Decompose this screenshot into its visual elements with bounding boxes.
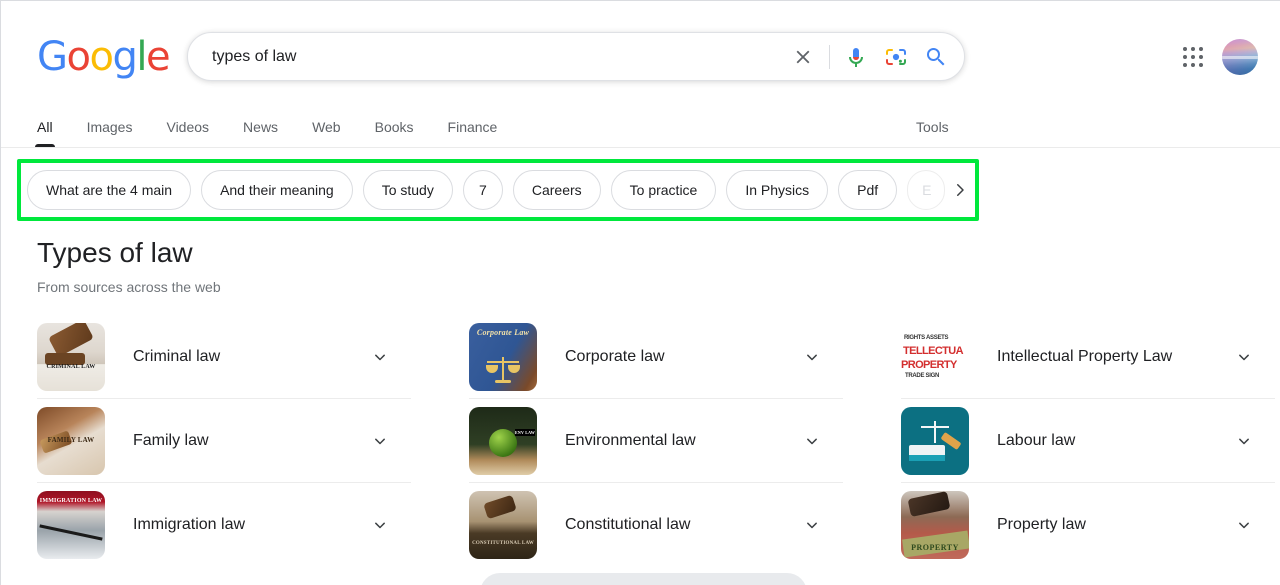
law-thumbnail-caption: IMMIGRATION LAW xyxy=(39,498,103,504)
nav-tab-web[interactable]: Web xyxy=(312,119,341,147)
law-thumbnail: RIGHTS ASSETS TELLECTUA PROPERTY TRADE SIGN xyxy=(901,322,969,391)
law-thumbnail: CONSTITUTIONAL LAW xyxy=(469,491,537,559)
law-row[interactable]: CRIMINAL LAW Criminal law xyxy=(37,315,411,399)
chevron-down-icon[interactable] xyxy=(1231,344,1257,370)
avatar-horizon xyxy=(1222,55,1258,59)
law-label: Criminal law xyxy=(133,347,221,365)
law-types-grid: CRIMINAL LAW Criminal law FAMILY LAW Family… xyxy=(37,315,1275,567)
logo-letter-5: e xyxy=(145,34,171,80)
law-thumbnail: IMMIGRATION LAW xyxy=(37,491,105,559)
chip-to-practice[interactable]: To practice xyxy=(610,170,717,210)
chip-7[interactable]: 7 xyxy=(462,170,503,210)
nav-tab-news[interactable]: News xyxy=(243,119,278,147)
chevron-down-icon[interactable] xyxy=(367,428,393,454)
google-apps-icon[interactable] xyxy=(1179,43,1207,71)
chips-next-icon[interactable] xyxy=(947,170,973,210)
google-logo[interactable]: Google xyxy=(37,34,171,80)
law-thumbnail-caption: FAMILY LAW xyxy=(47,435,95,444)
chip-e[interactable]: E xyxy=(907,170,946,210)
law-row[interactable]: IMMIGRATION LAW Immigration law xyxy=(37,483,411,567)
search-divider xyxy=(829,44,830,69)
nav-tab-videos[interactable]: Videos xyxy=(166,119,209,147)
column-gap xyxy=(843,315,901,567)
law-thumbnail-caption: CRIMINAL LAW xyxy=(46,363,96,370)
chevron-down-icon[interactable] xyxy=(367,512,393,538)
law-thumbnail-caption: Corporate Law xyxy=(476,327,530,337)
chevron-down-icon[interactable] xyxy=(799,512,825,538)
law-thumbnail-caption: PROPERTY xyxy=(911,543,959,552)
law-thumbnail: CRIMINAL LAW xyxy=(37,322,105,391)
clear-search-button[interactable] xyxy=(783,37,823,77)
chevron-down-icon[interactable] xyxy=(367,344,393,370)
nav-tab-images[interactable]: Images xyxy=(87,119,133,147)
browser-viewport: Google types of law All Images Videos Ne… xyxy=(0,0,1280,585)
law-column-0: CRIMINAL LAW Criminal law FAMILY LAW Family… xyxy=(37,315,411,567)
chevron-down-icon[interactable] xyxy=(799,428,825,454)
chip-careers[interactable]: Careers xyxy=(512,170,601,210)
avatar[interactable] xyxy=(1222,39,1258,75)
law-label: Corporate law xyxy=(565,347,665,365)
nav-tab-all[interactable]: All xyxy=(35,119,55,147)
logo-letter-1: o xyxy=(66,34,91,80)
law-label: Family law xyxy=(133,431,209,449)
nav-tab-finance[interactable]: Finance xyxy=(448,119,498,147)
law-row[interactable]: Labour law xyxy=(901,399,1275,483)
law-thumbnail xyxy=(901,406,969,475)
bottom-action-pill[interactable] xyxy=(480,573,807,585)
law-row[interactable]: RIGHTS ASSETS TELLECTUA PROPERTY TRADE SIGN… xyxy=(901,315,1275,399)
law-label: Immigration law xyxy=(133,516,246,533)
search-submit-icon[interactable] xyxy=(916,37,956,77)
page-title: Types of law xyxy=(37,237,193,268)
law-row[interactable]: CONSTITUTIONAL LAW Constitutional law xyxy=(469,483,843,567)
nav-tab-books[interactable]: Books xyxy=(375,119,414,147)
law-thumbnail: PROPERTY xyxy=(901,491,969,559)
chip-pdf[interactable]: Pdf xyxy=(838,170,898,210)
search-input[interactable] xyxy=(188,47,783,66)
chevron-down-icon[interactable] xyxy=(1231,512,1257,538)
page-subtitle: From sources across the web xyxy=(37,279,221,295)
law-label: Intellectual Property Law xyxy=(997,347,1173,365)
law-thumbnail-caption: ENV LAW xyxy=(515,428,535,436)
chip-what-are-the-4-main[interactable]: What are the 4 main xyxy=(27,170,192,210)
law-row[interactable]: FAMILY LAW Family law xyxy=(37,399,411,483)
law-row[interactable]: ENV LAW Environmental law xyxy=(469,399,843,483)
results-section: Types of law From sources across the web… xyxy=(1,220,1280,567)
law-thumbnail: Corporate Law xyxy=(469,322,537,391)
chip-to-study[interactable]: To study xyxy=(362,170,453,210)
voice-search-icon[interactable] xyxy=(836,37,876,77)
law-thumbnail-caption: CONSTITUTIONAL LAW xyxy=(472,541,534,546)
law-row[interactable]: PROPERTY Property law xyxy=(901,483,1275,567)
chip-and-their-meaning[interactable]: And their meaning xyxy=(201,170,353,210)
logo-letter-0: G xyxy=(37,34,68,80)
logo-letter-3: g xyxy=(112,34,137,80)
law-label: Environmental law xyxy=(565,431,696,449)
search-nav: All Images Videos News Web Books Finance Tools xyxy=(1,106,1280,148)
refinement-chips-row: What are the 4 main And their meaning To s… xyxy=(27,168,973,212)
search-bar[interactable] xyxy=(187,32,965,81)
law-thumbnail: FAMILY LAW xyxy=(37,406,105,475)
law-label: Constitutional law xyxy=(565,516,691,533)
tools-button[interactable]: Tools xyxy=(916,119,949,135)
law-thumbnail: ENV LAW xyxy=(469,406,537,475)
law-row[interactable]: Corporate Law Corporate law xyxy=(469,315,843,399)
logo-letter-2: o xyxy=(89,34,113,80)
lens-search-icon[interactable] xyxy=(876,37,916,77)
logo-letter-4: l xyxy=(136,34,147,80)
chevron-down-icon[interactable] xyxy=(799,344,825,370)
law-label: Property law xyxy=(997,516,1086,533)
refinement-chips-section: What are the 4 main And their meaning To s… xyxy=(1,148,1280,221)
chevron-down-icon[interactable] xyxy=(1231,428,1257,454)
law-label: Labour law xyxy=(997,431,1076,449)
search-header: Google xyxy=(1,1,1280,106)
nav-tab-list: All Images Videos News Web Books Finance xyxy=(35,105,531,147)
column-gap xyxy=(411,315,469,567)
chip-in-physics[interactable]: In Physics xyxy=(726,170,829,210)
law-column-1: Corporate Law Corporate law ENV LAW Environ… xyxy=(469,315,843,567)
law-column-2: RIGHTS ASSETS TELLECTUA PROPERTY TRADE SIGN… xyxy=(901,315,1275,567)
